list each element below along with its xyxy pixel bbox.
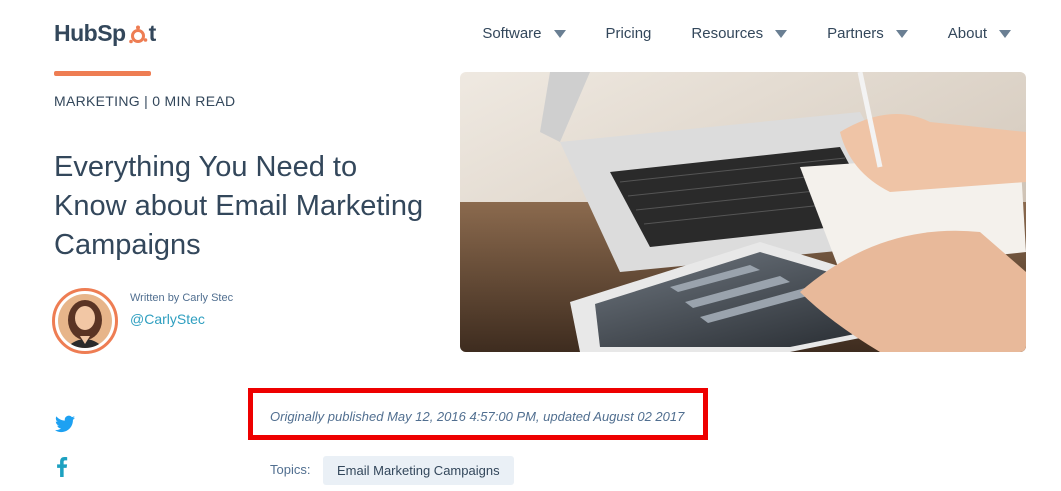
nav-pricing[interactable]: Pricing <box>606 25 652 42</box>
article-meta: MARKETING | 0 MIN READ <box>54 93 235 109</box>
category-link[interactable]: MARKETING <box>54 93 140 109</box>
author-handle-link[interactable]: @CarlyStec <box>130 311 205 327</box>
nav-label: About <box>947 25 987 42</box>
chevron-down-icon <box>553 29 566 38</box>
author-photo <box>58 294 112 348</box>
hero-image <box>460 72 1026 352</box>
nav-label: Resources <box>691 25 764 42</box>
nav-label: Partners <box>827 25 884 42</box>
twitter-icon[interactable] <box>55 415 75 433</box>
chevron-down-icon <box>775 29 788 38</box>
chevron-down-icon <box>999 29 1011 38</box>
nav-partners[interactable]: Partners <box>827 25 908 42</box>
nav-label: Software <box>482 25 542 42</box>
read-time: 0 MIN READ <box>152 93 236 109</box>
topics-label: Topics: <box>270 462 311 477</box>
sprocket-icon <box>128 25 147 43</box>
author-byline: Written by Carly Stec <box>130 292 234 304</box>
chevron-down-icon <box>895 29 908 38</box>
hubspot-logo[interactable]: HubSp t <box>54 20 156 47</box>
nav-about[interactable]: About <box>948 25 1011 42</box>
nav-software[interactable]: Software <box>482 25 566 42</box>
accent-divider <box>54 71 151 76</box>
logo-text-prefix: HubSp <box>54 20 126 46</box>
facebook-icon[interactable] <box>55 457 69 477</box>
hero-illustration <box>460 72 1026 352</box>
logo-text-suffix: t <box>148 20 157 46</box>
publish-date: Originally published May 12, 2016 4:57:0… <box>270 409 685 424</box>
article-title: Everything You Need to Know about Email … <box>54 151 424 261</box>
meta-separator: | <box>139 93 153 109</box>
topic-tag[interactable]: Email Marketing Campaigns <box>323 456 514 485</box>
main-nav: Software Pricing Resources Partners Abou… <box>442 25 1011 42</box>
nav-resources[interactable]: Resources <box>691 25 788 42</box>
nav-label: Pricing <box>605 25 652 42</box>
author-avatar[interactable] <box>52 288 118 354</box>
